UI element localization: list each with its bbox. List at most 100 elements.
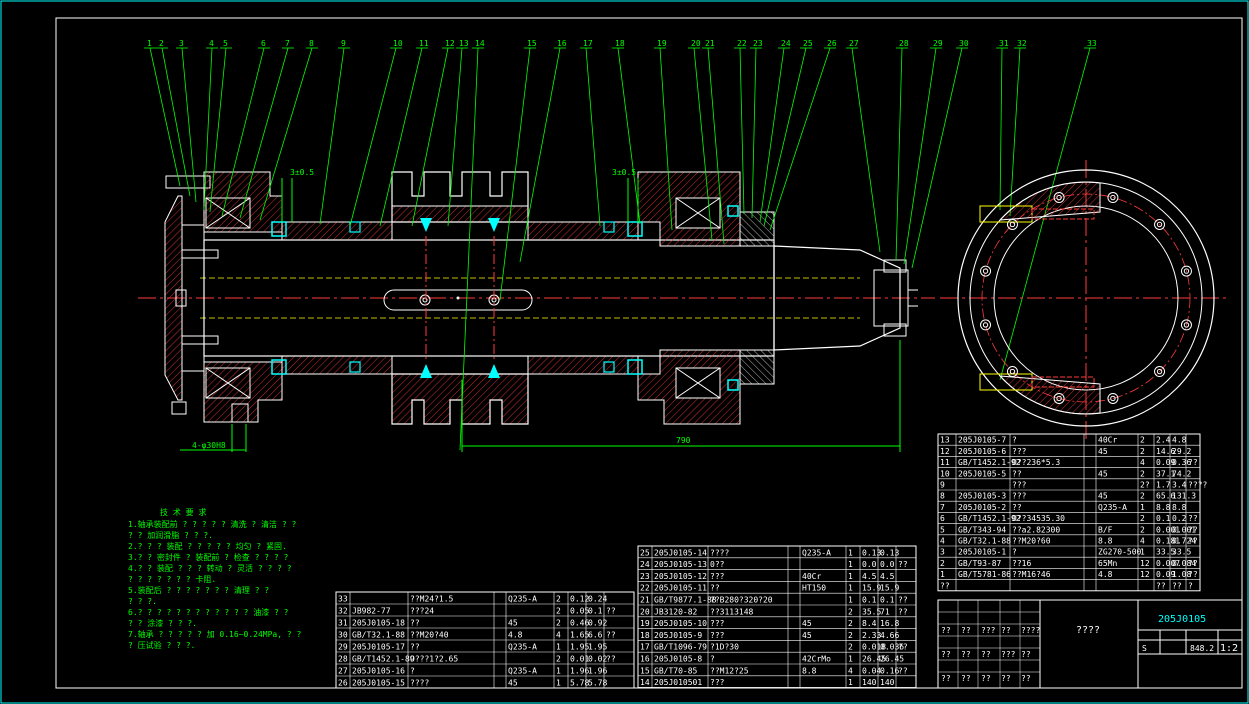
bom-cell: Q235-A	[508, 667, 537, 676]
callout-12: 12	[445, 39, 455, 48]
callout-20: 20	[691, 39, 701, 48]
bom-cell: 45	[508, 679, 518, 688]
bom-cell: 205J010501	[654, 678, 702, 687]
bom-cell: B/F	[1098, 525, 1113, 534]
bom-cell: 140	[880, 678, 895, 687]
bom-cell: 2	[556, 595, 561, 604]
bom-cell: 25	[640, 548, 650, 557]
part-name: ????	[1076, 625, 1100, 636]
bom-cell: 0.13	[880, 548, 899, 557]
bom-cell: ??	[940, 581, 950, 590]
bom-cell: 2	[848, 619, 853, 628]
bom-cell: ??	[1188, 537, 1198, 546]
bom-cell: 15.9	[880, 584, 899, 593]
bom-cell: 1	[848, 560, 853, 569]
bom-cell: 2	[556, 655, 561, 664]
bom-cell: 1	[848, 572, 853, 581]
bom-cell: ??	[1012, 503, 1022, 512]
callout-24: 24	[781, 39, 791, 48]
bom-cell: 31	[338, 619, 348, 628]
bom-cell: 205J0105-1	[958, 548, 1006, 557]
title-cell: ??	[981, 674, 991, 683]
title-block: 205J0105 ???? S 848.2 1:2 ??????????????…	[937, 599, 1243, 689]
note-line: ? ? ?.	[128, 597, 157, 606]
bom-cell: 45	[802, 631, 812, 640]
bom-cell: 4.66	[880, 631, 899, 640]
bom-cell: 2	[1140, 514, 1145, 523]
note-line: ? 压试验 ? ? ?.	[128, 640, 195, 650]
bom-cell: 1	[940, 570, 945, 579]
bom-cell: ??	[1188, 458, 1198, 467]
bom-cell: Q235-A	[802, 548, 831, 557]
title-cell: ??	[1021, 674, 1031, 683]
bom-cell: Q235-A	[508, 595, 537, 604]
bom-cell: ??	[1012, 469, 1022, 478]
bolt-hole-icon	[1006, 366, 1018, 378]
bom-cell: 2	[1140, 436, 1145, 445]
bom-cell: GB/T9877.1-88	[654, 596, 717, 605]
notes-title: 技 术 要 求	[160, 507, 206, 517]
note-line: ? ? 涂漆 ? ? ?.	[128, 618, 197, 628]
bom-cell: 1	[848, 596, 853, 605]
note-line: 2.? ? ? 装配 ? ? ? ? ? 均匀 ? 紧固.	[128, 541, 287, 551]
mass-value: 848.2	[1190, 644, 1214, 653]
bom-cell: 4.8	[1172, 436, 1187, 445]
callout-33: 33	[1087, 39, 1097, 48]
bom-cell: 0.12	[570, 595, 589, 604]
callout-26: 26	[827, 39, 837, 48]
bom-cell: 205J0105-3	[958, 492, 1006, 501]
bom-cell: ??M12?25	[710, 666, 749, 675]
bom-cell: 12	[1140, 570, 1150, 579]
dim-clearance-right: 3±0.5	[612, 168, 636, 177]
cad-drawing: 790 4-φ30H8 3±0.5 3±0.5 1 2 3 4 5 6 7 8 9 10 11 12 1…	[0, 0, 1249, 704]
bom-cell: 15.9	[862, 584, 881, 593]
bolt-hole-icon	[1006, 218, 1018, 230]
callout-labels: 1 2 3 4 5 6 7 8 9 10 11 12 13 14 15 16 17 18 19 20 21 22 23 24 2…	[144, 39, 1097, 451]
title-cell: ????	[1021, 626, 1040, 635]
callout-1: 1	[147, 39, 152, 48]
bom-cell: 18	[640, 631, 650, 640]
bom-cell: 1.95	[570, 643, 589, 652]
bom-cell: ???	[710, 619, 725, 628]
dim-length: 790	[676, 436, 691, 445]
bom-cell: 3	[940, 548, 945, 557]
bom-cell: ???	[1012, 481, 1027, 490]
bom-cell: 10	[940, 469, 950, 478]
callout-9: 9	[341, 39, 346, 48]
bom-cell: GB/T1452.1-89	[352, 655, 415, 664]
callout-16: 16	[557, 39, 567, 48]
bom-cell: ???	[1012, 492, 1027, 501]
bom-cell: ??M24?1.5	[410, 595, 454, 604]
callout-2: 2	[159, 39, 164, 48]
bom-cell: O??34535.30	[1012, 514, 1065, 523]
bom-cell: 1	[1140, 503, 1145, 512]
bom-cell: 0.1	[1156, 514, 1171, 523]
bom-cell: ??	[606, 655, 616, 664]
bom-cell: 0.05	[570, 607, 589, 616]
bom-cell: 2	[848, 643, 853, 652]
bom-cell: 0.13	[862, 548, 881, 557]
bolt-hole-icon	[980, 265, 992, 277]
bom-cell: 205J0105-13	[654, 560, 707, 569]
bom-cell: 0.0	[880, 560, 895, 569]
bom-cell: ZG270-500	[1098, 548, 1142, 557]
bom-cell: 40Cr	[802, 572, 821, 581]
stage-mark: S	[1142, 644, 1147, 653]
callout-14: 14	[475, 39, 485, 48]
bom-cell: 2.33	[862, 631, 881, 640]
bom-cell: 74.2	[1172, 469, 1191, 478]
bom-cell: GB/T343-94	[958, 525, 1006, 534]
bom-cell: 1	[1140, 548, 1145, 557]
bom-cell: 1.96	[570, 667, 589, 676]
callout-6: 6	[261, 39, 266, 48]
scale-value: 1:2	[1220, 643, 1238, 654]
bom-cell: 205J0105-14	[654, 548, 707, 557]
title-cell: ???	[1001, 650, 1016, 659]
bom-cell: 2	[940, 559, 945, 568]
bom-cell: 8	[940, 492, 945, 501]
bom-cell: 65Mn	[1098, 559, 1117, 568]
bom-cell: 5.78	[588, 679, 607, 688]
note-line: 7.轴承 ? ? ? ? ? 加 0.16~0.24MPa, ? ?	[128, 629, 301, 639]
bom-cell: 45	[1098, 469, 1108, 478]
bom-cell: ?	[1188, 581, 1193, 590]
